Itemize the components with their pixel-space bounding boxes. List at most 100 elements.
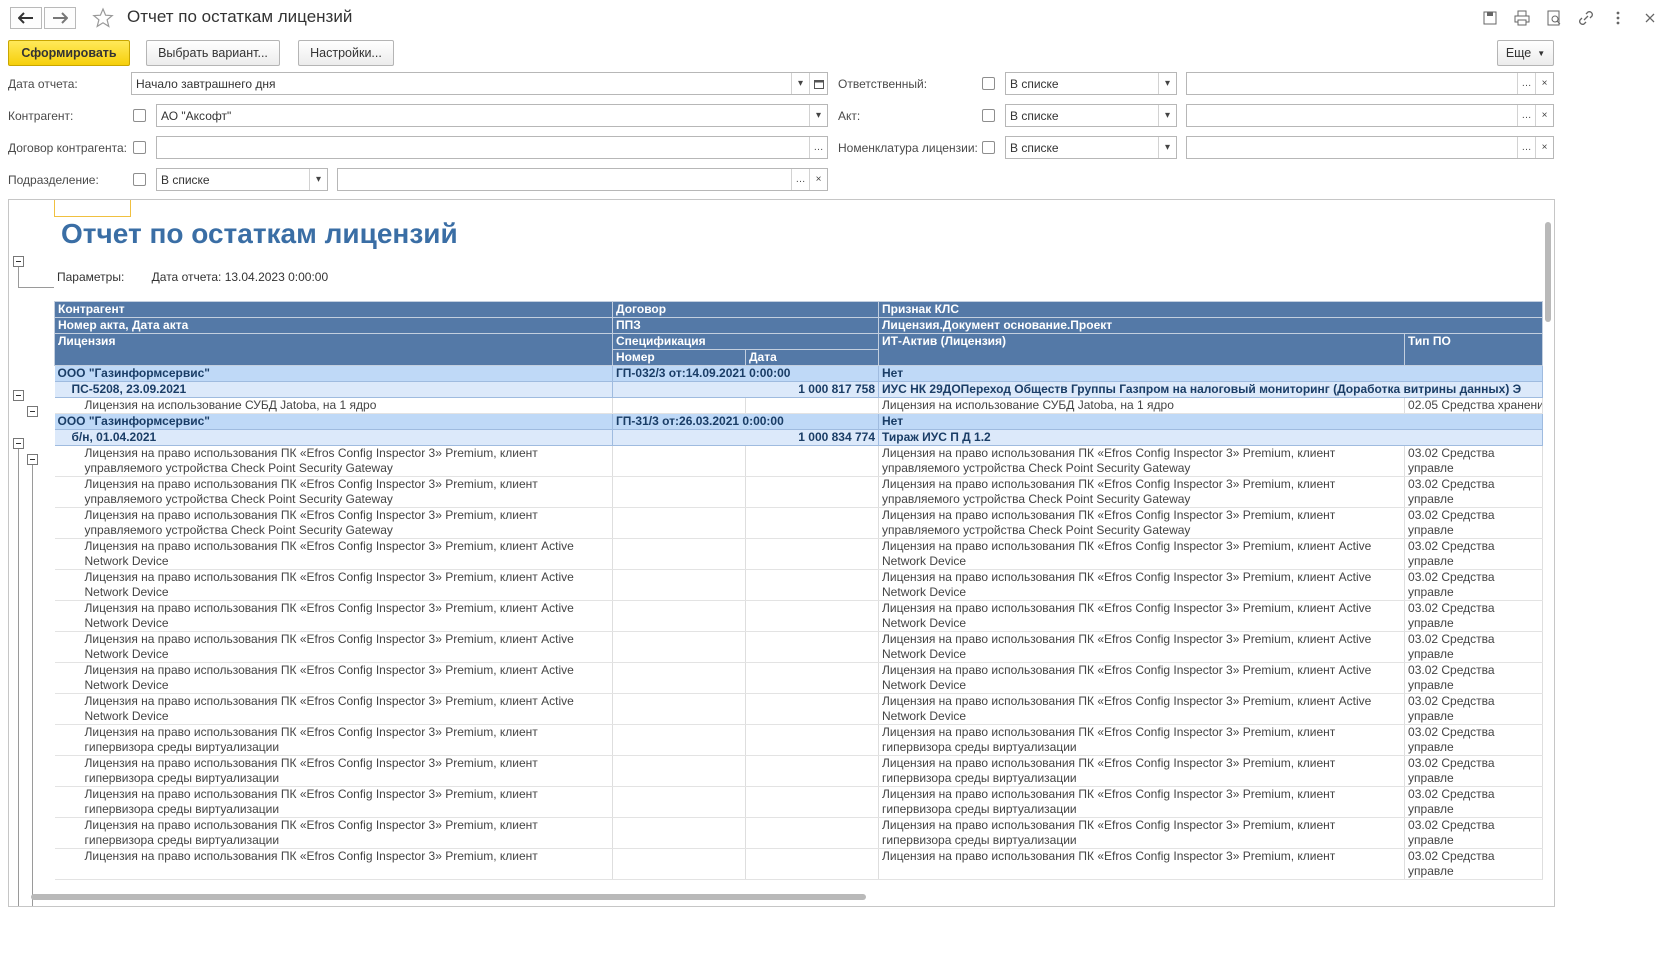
collapse-subgroup-icon[interactable] [27,406,38,417]
table-row[interactable]: Лицензия на право использования ПК «Efro… [54,755,1544,787]
params-value: Дата отчета: 13.04.2023 0:00:00 [151,270,329,284]
table-row[interactable]: Лицензия на право использования ПК «Efro… [54,662,1544,694]
header-project: Лицензия.Документ основание.Проект [878,317,1544,334]
it-asset-cell: Лицензия на право использования ПК «Efro… [878,817,1406,849]
horizontal-scrollbar[interactable] [31,894,866,900]
software-type-cell: 03.02 Средства управле [1404,817,1544,849]
header-act: Номер акта, Дата акта [54,317,613,334]
table-row[interactable]: Лицензия на право использования ПК «Efro… [54,848,1544,880]
table-row[interactable]: Лицензия на право использования ПК «Efro… [54,631,1544,663]
spec-date-cell [745,631,880,663]
clear-icon[interactable]: × [1535,73,1553,94]
clear-icon[interactable]: × [809,169,827,190]
act-mode-select[interactable]: В списке ▾ [1005,104,1177,127]
table-row[interactable]: Лицензия на право использования ПК «Efro… [54,569,1544,601]
license-cell: Лицензия на право использования ПК «Efro… [54,724,613,756]
select-ellipsis-icon[interactable]: … [1517,137,1535,158]
department-checkbox[interactable] [133,173,146,186]
more-button[interactable]: Еще ▼ [1497,40,1554,66]
link-icon[interactable] [1577,9,1595,27]
generate-button[interactable]: Сформировать [8,40,130,66]
table-row[interactable]: Лицензия на право использования ПК «Efro… [54,600,1544,632]
group-row[interactable]: ООО "Газинформсервис" ГП-31/3 от:26.03.20… [54,413,1544,430]
table-row[interactable]: Лицензия на право использования ПК «Efro… [54,786,1544,818]
close-icon[interactable] [1641,9,1659,27]
spec-date-cell [745,600,880,632]
responsible-value-field[interactable]: … × [1186,72,1554,95]
table-row[interactable]: Лицензия на право использования ПК «Efro… [54,476,1544,508]
back-button[interactable] [10,7,42,29]
department-mode-select[interactable]: В списке ▾ [156,168,328,191]
title-bar: Отчет по остаткам лицензий [0,0,1671,36]
nomenclature-mode-select[interactable]: В списке ▾ [1005,136,1177,159]
select-ellipsis-icon[interactable]: … [1517,73,1535,94]
table-row[interactable]: Лицензия на право использования ПК «Efro… [54,724,1544,756]
more-vertical-icon[interactable] [1609,9,1627,27]
clear-icon[interactable]: × [1535,137,1553,158]
dropdown-icon[interactable]: ▾ [1158,105,1176,126]
responsible-checkbox[interactable] [982,77,995,90]
collapse-group-icon[interactable] [13,390,24,401]
license-cell: Лицензия на право использования ПК «Efro… [54,631,613,663]
responsible-mode-value: В списке [1010,77,1059,91]
params-label: Параметры: [57,270,125,284]
header-counterparty: Контрагент [54,301,613,318]
table-row[interactable]: Лицензия на право использования ПК «Efro… [54,817,1544,849]
collapse-header-icon[interactable] [13,256,24,267]
dropdown-icon[interactable]: ▾ [1158,137,1176,158]
select-ellipsis-icon[interactable]: … [809,137,827,158]
group-row[interactable]: ООО "Газинформсервис" ГП-032/3 от:14.09.2… [54,365,1544,382]
collapse-group-icon[interactable] [13,438,24,449]
counterparty-checkbox[interactable] [133,109,146,122]
report-date-field[interactable]: Начало завтрашнего дня ▾ [131,72,828,95]
nomenclature-checkbox[interactable] [982,141,995,154]
vertical-scrollbar[interactable] [1545,222,1551,322]
choose-variant-button[interactable]: Выбрать вариант... [146,40,280,66]
calendar-icon[interactable] [809,73,827,94]
table-row[interactable]: Лицензия на использование СУБД Jatoba, н… [54,397,1544,414]
clear-icon[interactable]: × [1535,105,1553,126]
act-value-field[interactable]: … × [1186,104,1554,127]
license-cell: Лицензия на право использования ПК «Efro… [54,693,613,725]
table-row[interactable]: Лицензия на право использования ПК «Efro… [54,538,1544,570]
software-type-cell: 03.02 Средства управле [1404,662,1544,694]
spec-number-cell [612,476,746,508]
table-row[interactable]: Лицензия на право использования ПК «Efro… [54,507,1544,539]
table-row[interactable]: Лицензия на право использования ПК «Efro… [54,693,1544,725]
nomenclature-value-field[interactable]: … × [1186,136,1554,159]
responsible-value [1187,73,1517,94]
contract-checkbox[interactable] [133,141,146,154]
it-asset-cell: Лицензия на право использования ПК «Efro… [878,724,1406,756]
responsible-label: Ответственный: [838,77,928,91]
department-label: Подразделение: [8,173,99,187]
subgroup-row[interactable]: б/н, 01.04.2021 1 000 834 774 Тираж ИУС П … [54,429,1544,446]
arrow-right-icon [53,12,68,24]
department-value-field[interactable]: … × [337,168,828,191]
contract-field[interactable]: … [156,136,828,159]
table-row[interactable]: Лицензия на право использования ПК «Efro… [54,445,1544,477]
dropdown-icon[interactable]: ▾ [309,169,327,190]
dropdown-icon[interactable]: ▾ [791,73,809,94]
act-checkbox[interactable] [982,109,995,122]
responsible-mode-select[interactable]: В списке ▾ [1005,72,1177,95]
dropdown-icon[interactable]: ▾ [809,105,827,126]
dropdown-icon[interactable]: ▾ [1158,73,1176,94]
chevron-down-icon: ▼ [1537,48,1546,58]
department-value [338,169,791,190]
collapse-subgroup-icon[interactable] [27,454,38,465]
report-document[interactable]: Отчет по остаткам лицензий Параметры: Да… [8,199,1555,907]
print-icon[interactable] [1513,9,1531,27]
header-contract: Договор [611,301,880,318]
forward-button[interactable] [44,7,76,29]
settings-button[interactable]: Настройки... [298,40,394,66]
favorite-star-icon[interactable] [92,7,114,32]
license-cell: Лицензия на использование СУБД Jatoba, н… [54,397,613,414]
select-ellipsis-icon[interactable]: … [791,169,809,190]
select-ellipsis-icon[interactable]: … [1517,105,1535,126]
grouping-gutter [9,200,54,906]
save-icon[interactable] [1481,9,1499,27]
more-button-label: Еще [1505,46,1532,60]
subgroup-row[interactable]: ПС-5208, 23.09.2021 1 000 817 758 ИУС НК 2… [54,381,1544,398]
preview-icon[interactable] [1545,9,1563,27]
counterparty-field[interactable]: АО "Аксофт" ▾ [156,104,828,127]
